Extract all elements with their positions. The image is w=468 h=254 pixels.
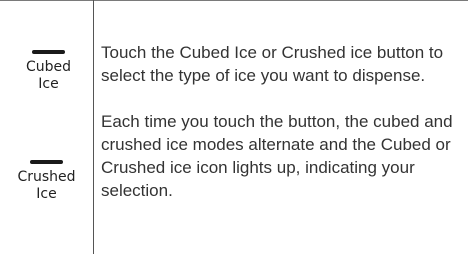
instruction-paragraph-2: Each time you touch the button, the cube… xyxy=(101,112,453,200)
crushed-ice-indicator-bar-icon xyxy=(30,160,63,164)
column-divider xyxy=(93,0,94,254)
crushed-ice-icon-group: Crushed Ice xyxy=(0,160,93,203)
crushed-ice-label: Crushed Ice xyxy=(0,169,93,203)
cubed-ice-label: Cubed Ice xyxy=(2,59,95,93)
cubed-ice-label-line1: Cubed xyxy=(25,59,72,75)
cubed-ice-label-line2: Ice xyxy=(38,76,59,92)
top-rule xyxy=(0,0,468,1)
crushed-ice-label-line2: Ice xyxy=(36,186,57,202)
crushed-ice-label-line1: Crushed xyxy=(17,169,76,185)
instruction-paragraph-1: Touch the Cubed Ice or Crushed ice butto… xyxy=(101,43,444,85)
cubed-ice-icon-group: Cubed Ice xyxy=(2,50,95,93)
cubed-ice-indicator-bar-icon xyxy=(32,50,65,54)
